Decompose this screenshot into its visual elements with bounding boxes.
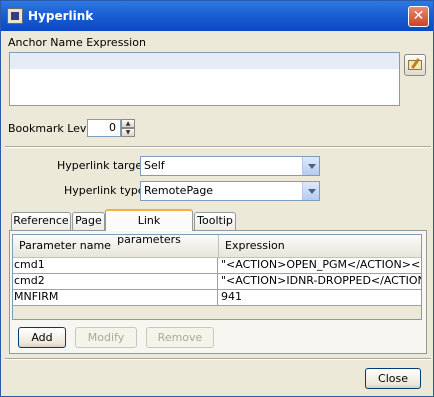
parameter-name-cell[interactable]: MNFIRM [13, 290, 218, 305]
bookmark-level-spinner[interactable]: ▲ ▼ [121, 119, 135, 137]
bookmark-level-input[interactable]: 0 [87, 119, 121, 137]
window-title: Hyperlink [28, 9, 94, 23]
tab-link-parameters[interactable]: Link parameters [105, 209, 193, 246]
expression-cell[interactable]: "<ACTION>IDNR-DROPPED</ACTION... [218, 274, 421, 289]
close-icon[interactable]: ✕ [408, 6, 429, 27]
app-icon [7, 8, 23, 24]
anchor-name-label: Anchor Name Expression [8, 36, 146, 49]
edit-expression-button[interactable] [404, 54, 426, 76]
anchor-name-expression-field[interactable] [9, 52, 400, 106]
expression-cell[interactable]: 941 [218, 290, 421, 305]
chevron-down-icon[interactable] [302, 182, 319, 200]
column-header-parameter-name[interactable]: Parameter name [13, 235, 219, 257]
hyperlink-target-label: Hyperlink target [57, 159, 147, 172]
spin-up-icon[interactable]: ▲ [121, 119, 135, 128]
bookmark-level-label: Bookmark Level [8, 122, 97, 135]
tab-reference[interactable]: Reference [11, 212, 71, 230]
hyperlink-target-select[interactable]: Self [140, 156, 320, 176]
close-button[interactable]: Close [365, 368, 421, 389]
divider [5, 358, 431, 360]
table-row[interactable]: cmd1 "<ACTION>OPEN_PGM</ACTION><P... [13, 258, 421, 274]
table-row[interactable]: MNFIRM 941 [13, 290, 421, 306]
hyperlink-type-select[interactable]: RemotePage [140, 181, 320, 201]
divider [5, 146, 431, 148]
parameter-name-cell[interactable]: cmd2 [13, 274, 218, 289]
spin-down-icon[interactable]: ▼ [121, 128, 135, 137]
title-bar[interactable]: Hyperlink ✕ [1, 1, 433, 31]
hyperlink-dialog: Hyperlink ✕ Anchor Name Expression Bookm… [0, 0, 434, 397]
hyperlink-type-label: Hyperlink type [64, 184, 145, 197]
table-row[interactable]: cmd2 "<ACTION>IDNR-DROPPED</ACTION... [13, 274, 421, 290]
add-button[interactable]: Add [18, 327, 66, 348]
column-header-expression[interactable]: Expression [219, 235, 421, 257]
tab-tooltip[interactable]: Tooltip [194, 212, 236, 230]
hyperlink-target-value: Self [144, 159, 165, 172]
anchor-expression-line [10, 53, 399, 69]
modify-button[interactable]: Modify [75, 327, 137, 348]
parameters-table: Parameter name Expression cmd1 "<ACTION>… [12, 234, 422, 320]
remove-button[interactable]: Remove [146, 327, 214, 348]
hyperlink-type-value: RemotePage [144, 184, 214, 197]
tab-page[interactable]: Page [72, 212, 105, 230]
chevron-down-icon[interactable] [302, 157, 319, 175]
expression-cell[interactable]: "<ACTION>OPEN_PGM</ACTION><P... [218, 258, 421, 273]
table-header: Parameter name Expression [13, 235, 421, 258]
parameter-name-cell[interactable]: cmd1 [13, 258, 218, 273]
